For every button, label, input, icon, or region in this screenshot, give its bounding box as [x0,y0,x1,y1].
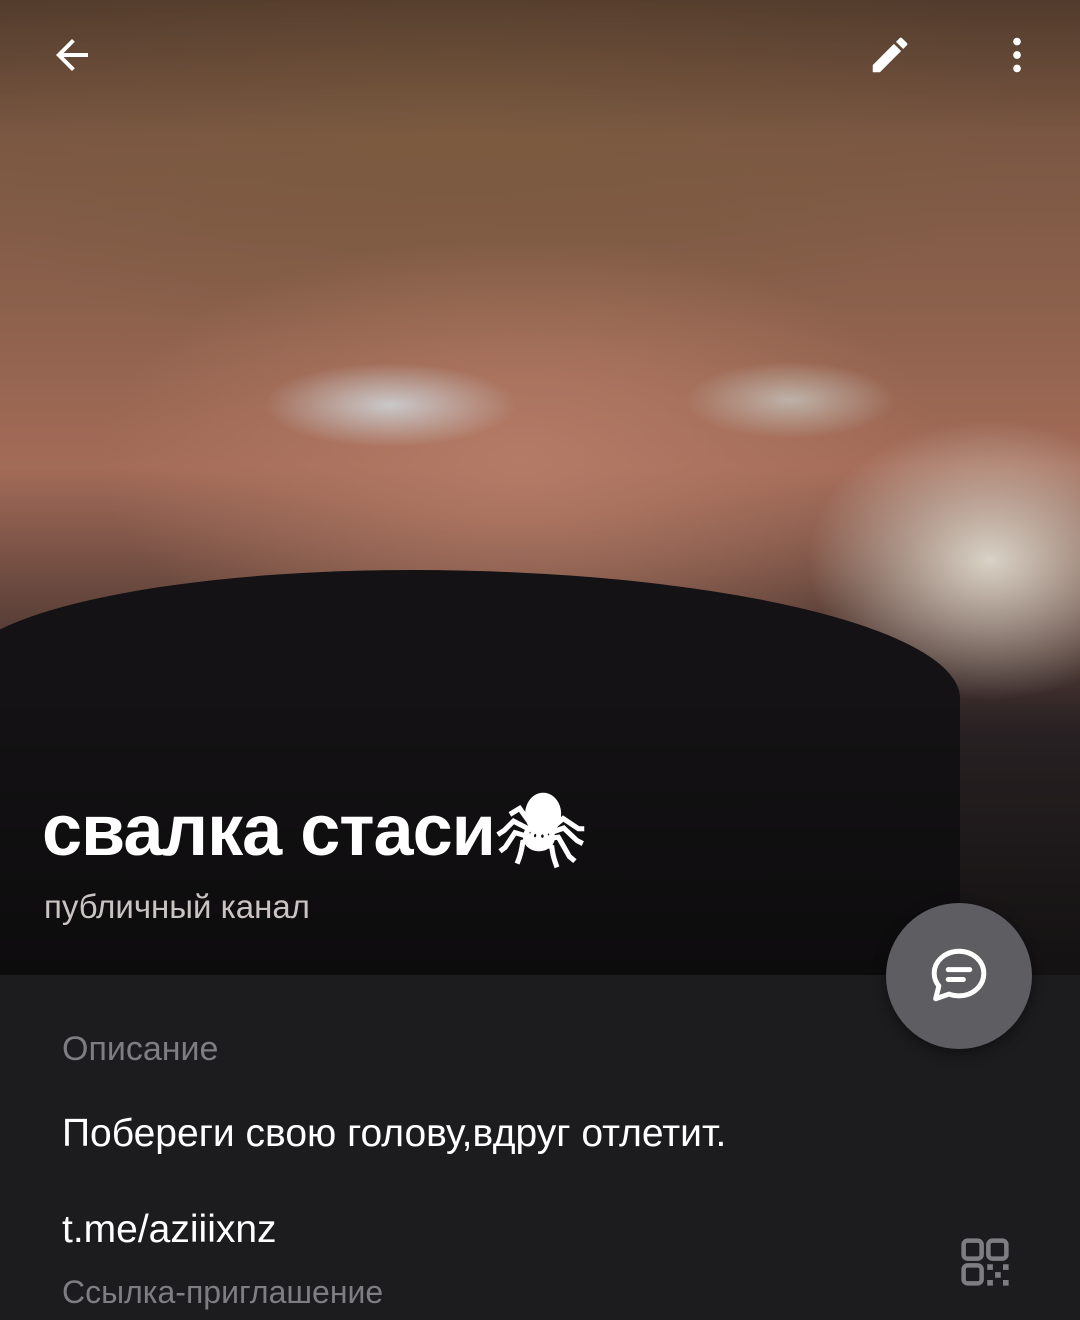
description-text: Побереги свою голову,вдруг отлетит. [62,1112,727,1155]
pencil-icon [872,37,908,73]
edit-button[interactable] [850,15,930,95]
channel-title: свалка стаси🕷 [42,791,586,871]
invite-link[interactable]: t.me/aziiixnz [62,1208,277,1252]
message-bubble-icon [931,948,987,1002]
qr-code-icon [961,1238,1009,1286]
qr-code-button[interactable] [945,1222,1025,1302]
more-options-button[interactable] [977,15,1057,95]
more-vertical-icon [1013,37,1021,73]
back-button[interactable] [32,15,112,95]
description-label: Описание [62,1030,219,1068]
invite-link-label: Ссылка-приглашение [62,1274,384,1310]
discussion-button[interactable] [886,903,1032,1049]
channel-type-label: публичный канал [44,888,310,925]
arrow-left-icon [56,39,88,71]
